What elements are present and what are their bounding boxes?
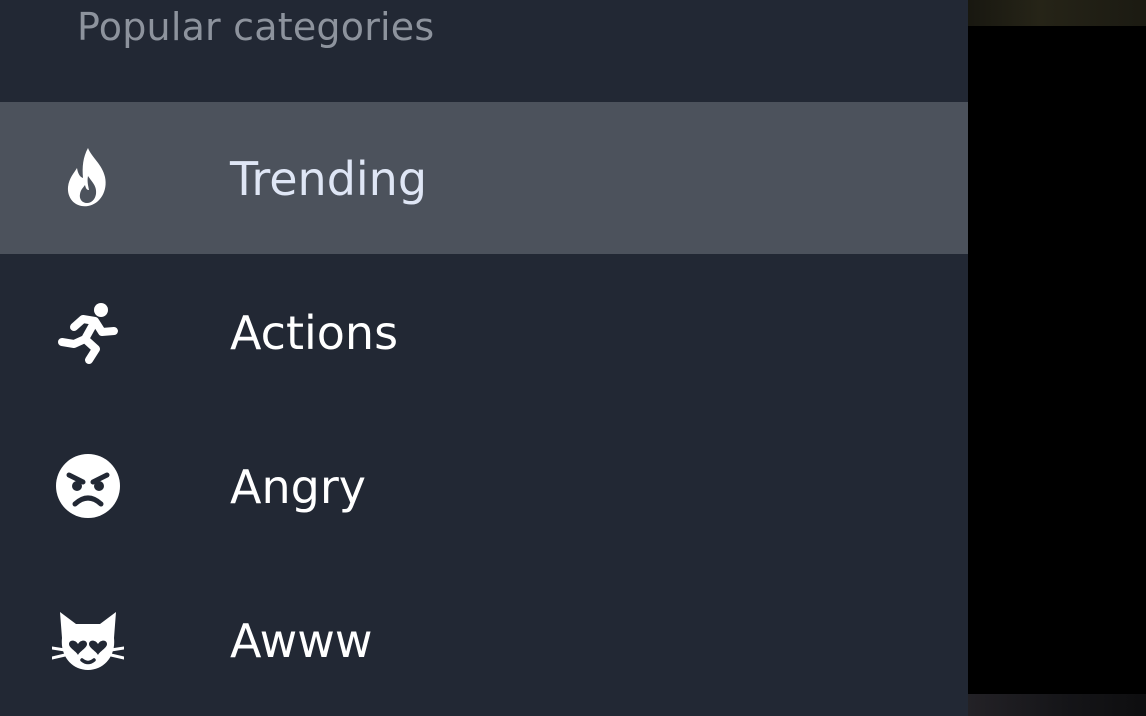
menu-item-label-awww: Awww <box>230 614 373 668</box>
menu-item-label-actions: Actions <box>230 306 399 360</box>
menu-item-actions[interactable]: Actions <box>0 256 968 408</box>
running-person-icon <box>52 296 124 368</box>
categories-drawer: Popular categories Trending Actions Angr… <box>0 0 968 716</box>
background-content-top-strip <box>968 0 1146 26</box>
menu-item-angry[interactable]: Angry <box>0 410 968 562</box>
angry-face-icon <box>52 450 124 522</box>
section-title-popular-categories: Popular categories <box>77 5 435 49</box>
screen: Popular categories Trending Actions Angr… <box>0 0 1146 716</box>
menu-item-label-trending: Trending <box>230 152 428 206</box>
background-content-scrim[interactable] <box>968 0 1146 716</box>
menu-item-label-angry: Angry <box>230 460 366 514</box>
background-content-bottom-strip <box>968 694 1146 716</box>
menu-item-trending[interactable]: Trending <box>0 102 968 254</box>
heart-eyes-cat-icon <box>52 604 124 676</box>
fire-icon <box>52 142 124 214</box>
menu-item-awww[interactable]: Awww <box>0 564 968 716</box>
